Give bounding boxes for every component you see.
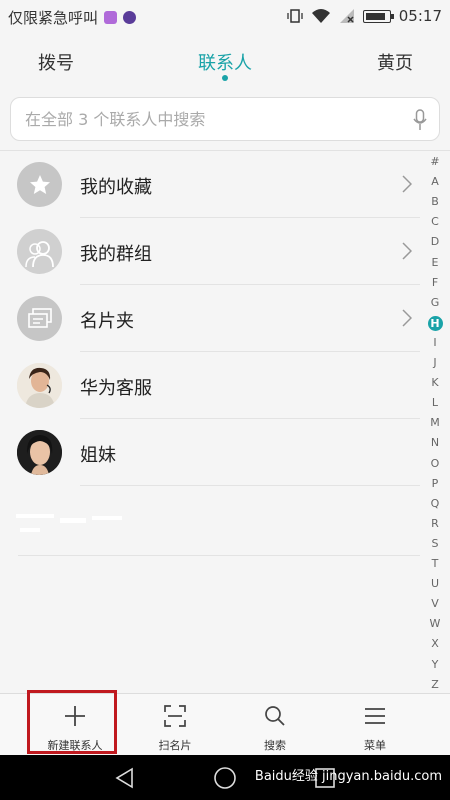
list-item-obscured[interactable] — [0, 488, 420, 556]
status-right: 05:17 — [287, 7, 442, 25]
navigation-bar: Baidu经验 jingyan.baidu.com — [0, 755, 450, 800]
index-letter[interactable]: A — [426, 175, 444, 188]
carrier-text: 仅限紧急呼叫 — [8, 9, 99, 27]
avatar — [17, 363, 62, 408]
index-letter[interactable]: C — [426, 215, 444, 228]
list-item-contact[interactable]: 姐妹 — [0, 419, 420, 486]
index-letter[interactable]: M — [426, 416, 444, 429]
tab-contacts[interactable]: 联系人 — [198, 49, 252, 75]
search-button[interactable]: 搜索 — [225, 694, 325, 756]
app-notification-icon-2 — [123, 11, 137, 24]
index-letter[interactable]: G — [426, 296, 444, 309]
group-icon — [17, 229, 62, 274]
avatar — [17, 430, 62, 475]
star-icon — [17, 162, 62, 207]
index-letter[interactable]: D — [426, 235, 444, 248]
list-item-groups[interactable]: 我的群组 — [0, 218, 420, 285]
vibrate-icon — [287, 9, 303, 23]
active-tab-indicator — [222, 75, 228, 81]
index-letter[interactable]: H — [427, 315, 443, 331]
index-letter[interactable]: P — [426, 477, 444, 490]
list-item-label: 名片夹 — [80, 311, 134, 332]
index-letter[interactable]: I — [426, 336, 444, 349]
index-letter[interactable]: Y — [426, 658, 444, 671]
chevron-right-icon — [402, 309, 412, 327]
index-letter[interactable]: O — [426, 457, 444, 470]
index-letter[interactable]: N — [426, 436, 444, 449]
battery-icon — [362, 9, 394, 23]
index-letter[interactable]: S — [426, 537, 444, 550]
status-left: 仅限紧急呼叫 — [8, 7, 137, 28]
scan-card-button[interactable]: 扫名片 — [125, 694, 225, 756]
back-icon[interactable] — [114, 767, 136, 789]
index-letter[interactable]: B — [426, 195, 444, 208]
search-icon — [265, 706, 285, 726]
index-letter[interactable]: W — [426, 617, 444, 630]
index-letter[interactable]: T — [426, 557, 444, 570]
search-input[interactable] — [23, 108, 397, 130]
index-letter[interactable]: J — [426, 356, 444, 369]
obscured-content — [16, 514, 122, 532]
app-notification-icon — [104, 11, 118, 24]
index-letter[interactable]: V — [426, 597, 444, 610]
list-item-contact[interactable]: 华为客服 — [0, 352, 420, 419]
search-bar[interactable] — [10, 97, 440, 141]
menu-label: 菜单 — [364, 739, 386, 752]
tab-dialer[interactable]: 拨号 — [38, 49, 74, 75]
scan-card-label: 扫名片 — [158, 739, 192, 752]
microphone-icon[interactable] — [413, 109, 427, 131]
row-divider — [80, 485, 420, 486]
card-folder-icon — [17, 296, 62, 341]
list-item-label: 华为客服 — [80, 378, 152, 399]
search-label: 搜索 — [264, 739, 286, 752]
index-letter[interactable]: U — [426, 577, 444, 590]
list-item-label: 我的收藏 — [80, 177, 152, 198]
menu-button[interactable]: 菜单 — [325, 694, 425, 756]
status-bar: 仅限紧急呼叫 05:17 — [0, 0, 450, 33]
clock: 05:17 — [398, 7, 442, 25]
home-icon[interactable] — [213, 766, 237, 790]
index-letter[interactable]: E — [426, 256, 444, 269]
index-letter[interactable]: K — [426, 376, 444, 389]
list-item-card-folder[interactable]: 名片夹 — [0, 285, 420, 352]
chevron-right-icon — [402, 175, 412, 193]
row-divider — [18, 555, 420, 556]
wifi-icon — [311, 9, 330, 23]
index-letter[interactable]: X — [426, 637, 444, 650]
menu-icon — [365, 708, 385, 724]
scan-icon — [164, 705, 186, 727]
signal-icon — [339, 9, 354, 23]
list-item-favorites[interactable]: 我的收藏 — [0, 151, 420, 218]
index-letter[interactable]: Z — [426, 678, 444, 691]
highlight-box — [27, 690, 117, 754]
chevron-right-icon — [402, 242, 412, 260]
index-letter[interactable]: F — [426, 276, 444, 289]
list-item-label: 我的群组 — [80, 244, 152, 265]
watermark: Baidu经验 jingyan.baidu.com — [254, 769, 442, 784]
index-letter[interactable]: L — [426, 396, 444, 409]
list-item-label: 姐妹 — [80, 445, 116, 466]
index-letter[interactable]: Q — [426, 497, 444, 510]
index-letter[interactable]: R — [426, 517, 444, 530]
tab-yellow-pages[interactable]: 黄页 — [377, 49, 413, 75]
index-letter[interactable]: # — [426, 155, 444, 168]
